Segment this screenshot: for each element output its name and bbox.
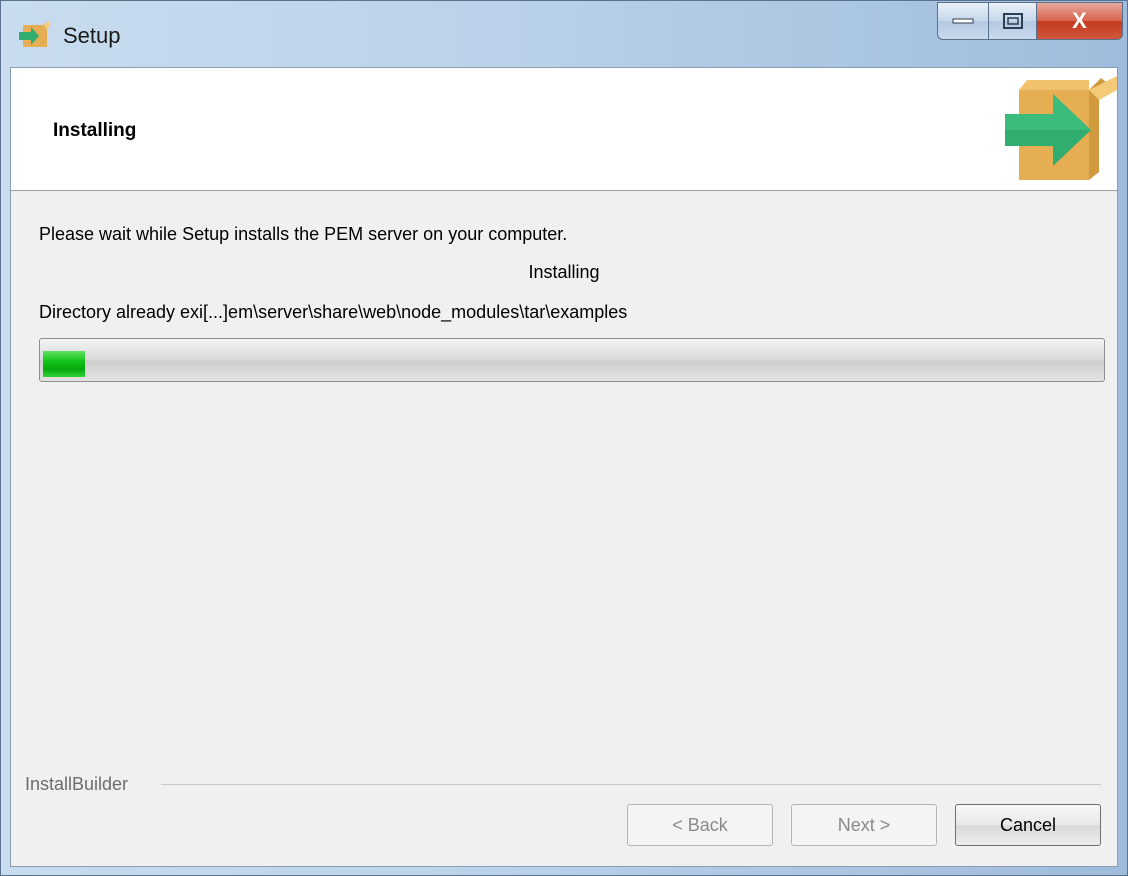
installer-box-arrow-icon <box>1005 76 1117 180</box>
cancel-button[interactable]: Cancel <box>955 804 1101 846</box>
install-description: Please wait while Setup installs the PEM… <box>39 224 568 244</box>
progress-fill <box>43 351 85 377</box>
header-panel: Installing <box>11 68 1117 191</box>
dialog-content: Installing Please wait while Setup insta… <box>10 67 1118 867</box>
back-button[interactable]: < Back <box>627 804 773 846</box>
install-status: Installing <box>528 262 600 282</box>
setup-window: Setup X Installing Please wait while Set… <box>0 0 1128 876</box>
next-button[interactable]: Next > <box>791 804 937 846</box>
footer-divider <box>161 784 1101 785</box>
maximize-button[interactable] <box>989 2 1037 40</box>
maximize-icon <box>1002 13 1023 29</box>
current-file-path: Directory already exi[...]em\server\shar… <box>39 302 628 322</box>
title-bar[interactable]: Setup X <box>1 1 1127 67</box>
caption-buttons: X <box>937 2 1123 42</box>
installer-box-arrow-icon <box>19 21 49 47</box>
minimize-icon <box>952 18 974 24</box>
installbuilder-label: InstallBuilder <box>25 774 135 795</box>
minimize-button[interactable] <box>937 2 989 40</box>
page-title: Installing <box>53 120 137 141</box>
install-progress-bar <box>39 338 1105 382</box>
close-button[interactable]: X <box>1037 2 1123 40</box>
close-icon: X <box>1072 8 1087 33</box>
window-title: Setup <box>63 23 121 48</box>
